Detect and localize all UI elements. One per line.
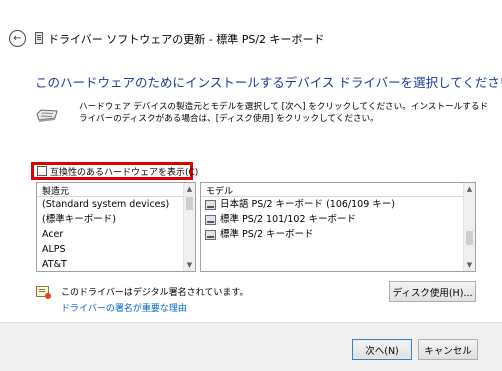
scroll-down-arrow-icon[interactable]: ▼ bbox=[184, 259, 195, 271]
certificate-icon bbox=[36, 286, 51, 299]
signature-info-link[interactable]: ドライバーの署名が重要な理由 bbox=[61, 301, 187, 314]
manufacturer-item[interactable]: ALPS bbox=[37, 242, 195, 257]
manufacturer-list-scrollbar[interactable]: ▲ ▼ bbox=[183, 183, 195, 271]
model-list-scrollbar[interactable]: ▲ ▼ bbox=[463, 183, 475, 271]
back-arrow-icon[interactable]: ← bbox=[9, 30, 26, 47]
manufacturer-list-header: 製造元 bbox=[37, 183, 195, 197]
scroll-up-arrow-icon[interactable]: ▲ bbox=[464, 183, 475, 195]
keyboard-driver-icon bbox=[205, 214, 216, 225]
cancel-button[interactable]: キャンセル bbox=[418, 339, 478, 360]
window-title: ドライバー ソフトウェアの更新 - 標準 PS/2 キーボード bbox=[48, 33, 325, 46]
manufacturer-item[interactable]: Acer bbox=[37, 227, 195, 242]
model-item-selected[interactable]: 標準 PS/2 キーボード bbox=[201, 227, 475, 242]
keyboard-driver-icon bbox=[205, 229, 216, 240]
manufacturer-item[interactable]: AT&T bbox=[37, 257, 195, 271]
manufacturer-list[interactable]: 製造元 (Standard system devices) (標準キーボード) … bbox=[36, 182, 196, 272]
model-item[interactable]: 標準 PS/2 101/102 キーボード bbox=[201, 212, 475, 227]
page-headline: このハードウェアのためにインストールするデバイス ドライバーを選択してください。 bbox=[35, 75, 502, 90]
manufacturer-item-selected[interactable]: (標準キーボード) bbox=[37, 212, 195, 227]
checkbox-box[interactable] bbox=[37, 166, 47, 176]
title-bar: ← ドライバー ソフトウェアの更新 - 標準 PS/2 キーボード bbox=[0, 0, 502, 62]
scroll-down-arrow-icon[interactable]: ▼ bbox=[464, 259, 475, 271]
model-item-label: 標準 PS/2 キーボード bbox=[220, 229, 314, 240]
certificate-seal bbox=[45, 293, 51, 299]
scroll-thumb[interactable] bbox=[466, 231, 473, 245]
keyboard-device-icon bbox=[35, 32, 43, 44]
model-list-header: モデル bbox=[201, 183, 475, 197]
show-compatible-label[interactable]: 互換性のあるハードウェアを表示(C) bbox=[50, 165, 198, 178]
model-item[interactable]: 日本語 PS/2 キーボード (106/109 キー) bbox=[201, 197, 475, 212]
scroll-thumb[interactable] bbox=[186, 197, 193, 210]
signature-status: このドライバーはデジタル署名されています。 bbox=[61, 288, 249, 298]
model-item-label: 日本語 PS/2 キーボード (106/109 キー) bbox=[220, 199, 395, 210]
keyboard-driver-icon bbox=[205, 199, 216, 210]
manufacturer-item[interactable]: (Standard system devices) bbox=[37, 197, 195, 212]
show-compatible-hardware-checkbox[interactable]: 互換性のあるハードウェアを表示(C) bbox=[31, 162, 198, 180]
instruction-text: ハードウェア デバイスの製造元とモデルを選択して [次へ] をクリックしてくださ… bbox=[79, 102, 489, 124]
have-disk-button[interactable]: ディスク使用(H)... bbox=[389, 281, 476, 302]
scroll-up-arrow-icon[interactable]: ▲ bbox=[184, 183, 195, 195]
model-list[interactable]: モデル 日本語 PS/2 キーボード (106/109 キー) 標準 PS/2 … bbox=[200, 182, 476, 272]
next-button[interactable]: 次へ(N) bbox=[352, 339, 412, 360]
keyboard-icon bbox=[36, 109, 58, 122]
model-item-label: 標準 PS/2 101/102 キーボード bbox=[220, 214, 357, 225]
